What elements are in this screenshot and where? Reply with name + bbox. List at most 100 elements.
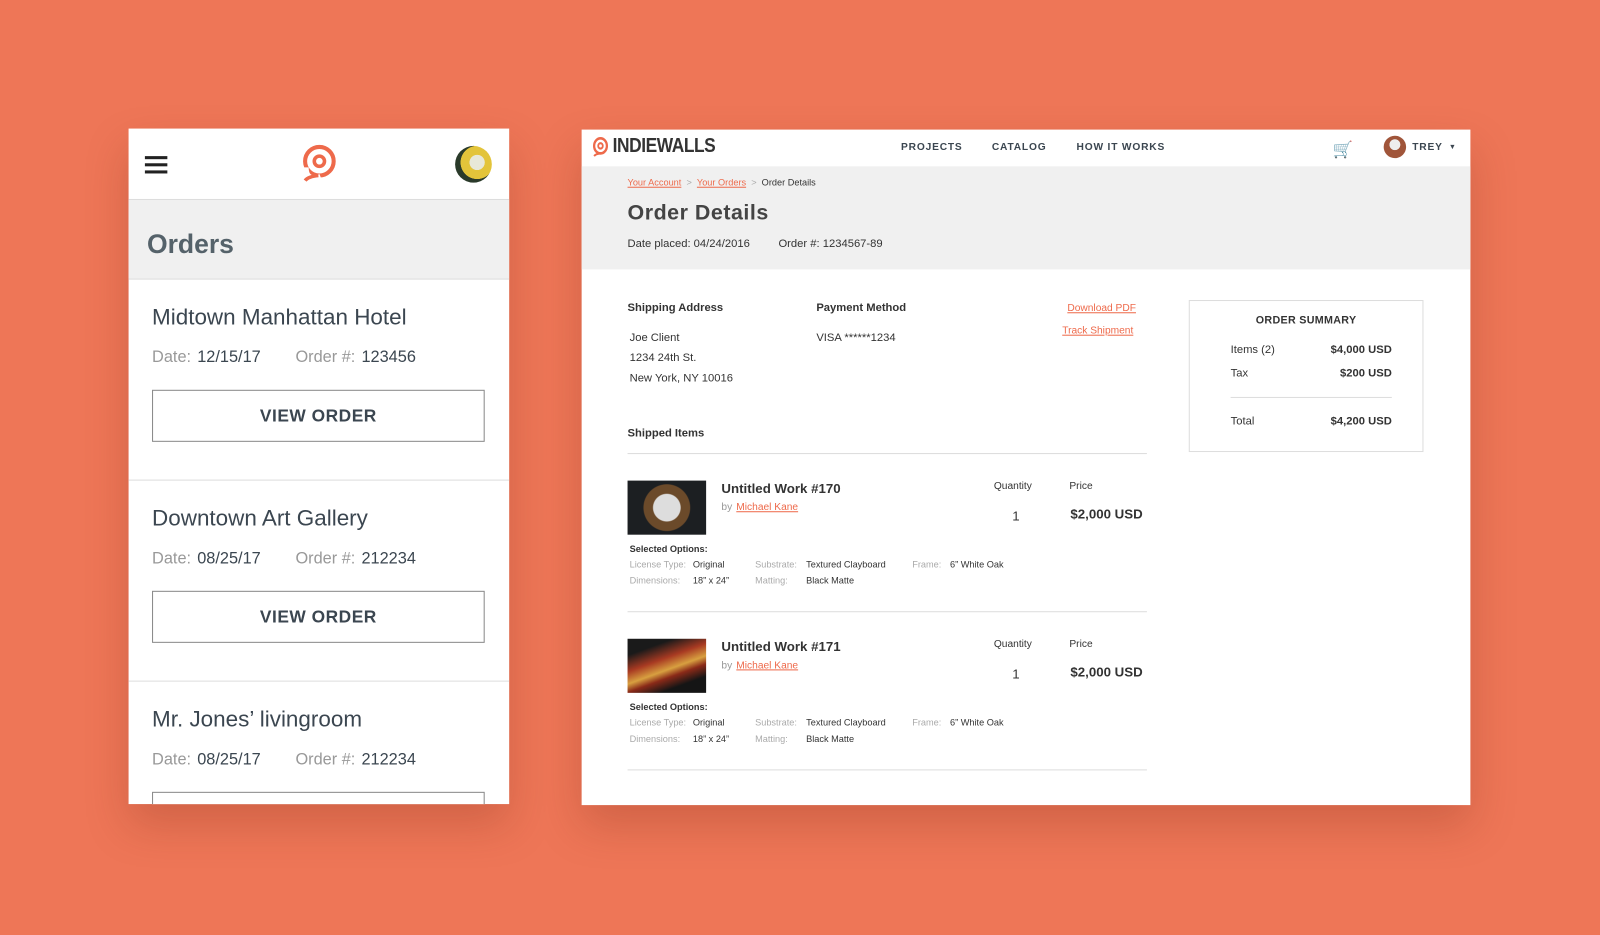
artist-link[interactable]: Michael Kane: [736, 660, 798, 671]
indiewalls-logo-icon[interactable]: [300, 143, 339, 184]
order-number: Order #: 1234567-89: [778, 237, 883, 250]
avatar: [1383, 135, 1407, 159]
order-number-label: Order #:: [295, 751, 356, 769]
shipping-address: Joe Client 1234 24th St. New York, NY 1001…: [630, 328, 733, 389]
hamburger-icon[interactable]: [144, 156, 168, 177]
option-value: Original: [692, 717, 725, 728]
items-label: Items (2): [1230, 343, 1275, 357]
items-value: $4,000 USD: [1330, 343, 1392, 357]
item-title[interactable]: Untitled Work #171: [721, 639, 840, 654]
cart-icon[interactable]: 🛒: [1333, 140, 1354, 160]
download-pdf-link[interactable]: Download PDF: [1067, 303, 1136, 314]
top-nav: INDIEWALLS PROJECTS CATALOG HOW IT WORKS…: [582, 130, 1471, 167]
nav-how-it-works[interactable]: HOW IT WORKS: [1077, 142, 1166, 153]
page-title: Orders: [146, 228, 234, 260]
total-label: Total: [1230, 415, 1255, 428]
nav-projects[interactable]: PROJECTS: [901, 142, 963, 153]
payment-method: VISA ******1234: [816, 331, 896, 344]
option-key: Dimensions:: [629, 575, 681, 586]
order-card: Mr. Jones’ livingroom Date: 08/25/17 Order…: [129, 682, 510, 805]
order-number-label: Order #:: [295, 549, 356, 568]
order-card: Downtown Art Gallery Date: 08/25/17 Order …: [128, 481, 510, 682]
breadcrumb-your-orders[interactable]: Your Orders: [697, 178, 746, 188]
address-line: Joe Client: [629, 331, 680, 344]
quantity-value: 1: [1012, 508, 1020, 524]
order-card: Midtown Manhattan Hotel Date: 12/15/17 Ord…: [128, 280, 510, 481]
option-key: License Type:: [629, 559, 687, 570]
order-number: 123456: [361, 348, 416, 367]
order-date: 08/25/17: [197, 549, 261, 568]
quantity-label: Quantity: [993, 638, 1032, 650]
view-order-button[interactable]: VIEW ORDER: [152, 590, 485, 643]
shipped-items-label: Shipped Items: [627, 427, 705, 440]
price-value: $2,000 USD: [1070, 664, 1143, 680]
shipped-item: Untitled Work #170 by Michael Kane Quanti…: [627, 480, 1147, 639]
option-value: 6” White Oak: [949, 717, 1004, 728]
item-title[interactable]: Untitled Work #170: [721, 481, 840, 496]
options-label: Selected Options:: [629, 543, 708, 555]
date-label: Date:: [152, 751, 192, 769]
option-key: Matting:: [755, 575, 788, 586]
order-summary: ORDER SUMMARY Items (2) $4,000 USD Tax $20…: [1188, 299, 1424, 453]
order-name: Midtown Manhattan Hotel: [152, 304, 407, 330]
order-number: 212234: [361, 751, 416, 769]
quantity-label: Quantity: [993, 480, 1032, 492]
artist-link[interactable]: Michael Kane: [736, 502, 798, 513]
brand-name: INDIEWALLS: [612, 134, 716, 158]
breadcrumb-your-account[interactable]: Your Account: [628, 178, 682, 188]
by-label: by: [721, 502, 733, 514]
caret-down-icon: ▼: [1448, 143, 1457, 151]
view-order-button[interactable]: [152, 791, 485, 805]
view-order-button[interactable]: VIEW ORDER: [152, 389, 485, 442]
option-key: Frame:: [912, 717, 942, 728]
order-name: Mr. Jones’ livingroom: [152, 706, 363, 732]
order-name: Downtown Art Gallery: [152, 505, 368, 531]
order-summary-title: ORDER SUMMARY: [1255, 314, 1357, 327]
tax-value: $200 USD: [1340, 367, 1392, 380]
track-shipment-link[interactable]: Track Shipment: [1062, 326, 1133, 337]
shipped-item: Untitled Work #171 by Michael Kane Quanti…: [627, 638, 1147, 797]
option-value: Black Matte: [806, 575, 855, 586]
option-key: License Type:: [629, 717, 687, 728]
shipping-address-label: Shipping Address: [627, 302, 724, 315]
avatar[interactable]: [455, 145, 492, 183]
price-label: Price: [1069, 638, 1093, 650]
user-menu[interactable]: TREY ▼: [1383, 135, 1457, 159]
option-value: 18” x 24”: [692, 575, 730, 586]
breadcrumb: Your Account > Your Orders > Order Details: [627, 177, 816, 188]
brand-logo[interactable]: INDIEWALLS: [592, 134, 716, 158]
price-value: $2,000 USD: [1070, 506, 1143, 522]
selected-options: Selected Options: License Type: Original S…: [630, 544, 1004, 592]
nav-catalog[interactable]: CATALOG: [992, 142, 1047, 153]
option-key: Substrate:: [755, 717, 797, 728]
indiewalls-logo-icon: [592, 136, 609, 157]
option-value: 18” x 24”: [692, 733, 730, 744]
date-label: Date:: [152, 348, 192, 367]
options-label: Selected Options:: [629, 702, 708, 713]
order-date: 12/15/17: [197, 348, 261, 367]
option-key: Matting:: [755, 733, 788, 744]
mobile-orders-panel: Orders Midtown Manhattan Hotel Date: 12/1…: [128, 128, 510, 805]
user-name: TREY: [1412, 141, 1443, 153]
total-value: $4,200 USD: [1330, 415, 1392, 428]
option-key: Substrate:: [755, 559, 797, 570]
price-label: Price: [1069, 480, 1093, 492]
date-placed: Date placed: 04/24/2016: [627, 237, 750, 250]
order-date: 08/25/17: [197, 751, 261, 769]
date-label: Date:: [152, 549, 192, 568]
option-value: Textured Clayboard: [806, 559, 886, 570]
option-key: Frame:: [912, 559, 942, 570]
option-value: Original: [692, 559, 725, 570]
selected-options: Selected Options: License Type: Original S…: [630, 702, 1004, 750]
by-label: by: [721, 660, 733, 672]
artwork-thumbnail[interactable]: [627, 638, 707, 693]
breadcrumb-current: Order Details: [761, 177, 816, 188]
order-number-label: Order #:: [295, 348, 356, 367]
option-value: Black Matte: [806, 733, 855, 744]
address-line: 1234 24th St.: [629, 352, 697, 365]
quantity-value: 1: [1012, 666, 1020, 682]
desktop-order-details-panel: INDIEWALLS PROJECTS CATALOG HOW IT WORKS…: [581, 129, 1471, 806]
order-number: 212234: [361, 549, 416, 568]
artwork-thumbnail[interactable]: [627, 480, 707, 535]
option-value: 6” White Oak: [949, 559, 1004, 570]
